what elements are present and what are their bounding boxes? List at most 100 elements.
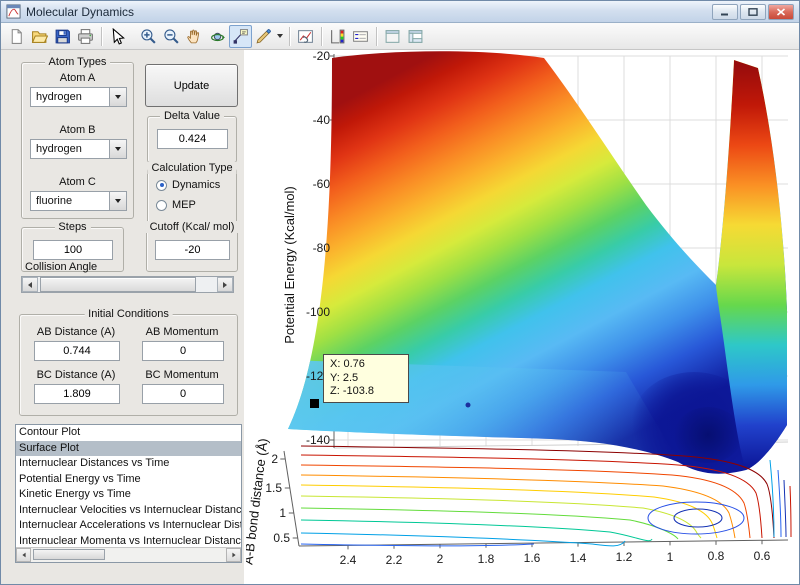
title-bar[interactable]: Molecular Dynamics [1, 1, 799, 23]
data-cursor-icon [232, 28, 249, 45]
collision-angle-slider[interactable] [21, 276, 234, 293]
brush-dropdown-arrow[interactable] [275, 25, 285, 47]
scroll-thumb[interactable] [33, 549, 105, 560]
ab-distance-input[interactable] [34, 341, 120, 361]
y-tick-label: -60 [313, 177, 331, 191]
x-tick-label: 0.8 [708, 549, 725, 563]
scroll-right-arrow[interactable] [226, 548, 241, 562]
scroll-left-arrow[interactable] [16, 548, 31, 562]
slider-right-arrow[interactable] [217, 277, 233, 292]
print-figure-button[interactable] [74, 25, 97, 48]
slider-left-arrow[interactable] [22, 277, 38, 292]
radio-mep-label: MEP [172, 199, 196, 211]
list-item-label: Internuclear Distances vs Time [19, 457, 169, 469]
y-tick-label: -80 [313, 241, 331, 255]
zoom-out-button[interactable] [160, 25, 183, 48]
list-item[interactable]: Potential Energy vs Time [16, 472, 241, 488]
depth-tick-label: 2 [271, 452, 278, 466]
close-icon [776, 8, 786, 16]
edit-plot-button[interactable] [106, 25, 129, 48]
atom-c-dropdown-button[interactable] [109, 192, 126, 210]
atom-b-dropdown[interactable]: hydrogen [30, 139, 127, 159]
calculation-type-group: Calculation Type Dynamics MEP [147, 168, 237, 228]
x-tick-label: 1.4 [570, 551, 587, 565]
x-tick-label: 1.6 [524, 551, 541, 565]
minimize-button[interactable] [712, 4, 738, 20]
atom-a-dropdown-button[interactable] [109, 88, 126, 106]
data-tip[interactable]: X: 0.76 Y: 2.5 Z: -103.8 [323, 354, 409, 403]
new-figure-button[interactable] [5, 25, 28, 48]
list-item[interactable]: Surface Plot [16, 441, 241, 457]
hand-icon [186, 28, 203, 45]
horizontal-scrollbar[interactable] [16, 547, 241, 562]
cutoff-input[interactable] [155, 240, 230, 260]
list-item-label: Surface Plot [19, 442, 79, 454]
list-item-label: Contour Plot [19, 426, 80, 438]
close-button[interactable] [768, 4, 794, 20]
atom-a-dropdown[interactable]: hydrogen [30, 87, 127, 107]
arrow-right-icon [223, 282, 227, 288]
insert-colorbar-button[interactable] [326, 25, 349, 48]
bc-distance-input[interactable] [34, 384, 120, 404]
chevron-down-icon [115, 147, 121, 151]
radio-dynamics[interactable]: Dynamics [156, 179, 220, 191]
brush-data-button[interactable] [252, 25, 275, 48]
cutoff-title: Cutoff (Kcal/ mol) [146, 221, 239, 233]
zoom-in-button[interactable] [137, 25, 160, 48]
trajectory-marker [466, 403, 471, 408]
insert-legend-button[interactable] [349, 25, 372, 48]
ab-momentum-input[interactable] [142, 341, 224, 361]
rotate-3d-button[interactable] [206, 25, 229, 48]
radio-mep[interactable]: MEP [156, 199, 196, 211]
maximize-button[interactable] [740, 4, 766, 20]
list-item[interactable]: Internuclear Accelerations vs Internucle… [16, 518, 241, 534]
list-item[interactable]: Internuclear Distances vs Time [16, 456, 241, 472]
list-item[interactable]: Kinetic Energy vs Time [16, 487, 241, 503]
open-file-button[interactable] [28, 25, 51, 48]
arrow-left-icon [22, 553, 25, 558]
printer-icon [77, 28, 94, 45]
save-figure-button[interactable] [51, 25, 74, 48]
list-item[interactable]: Internuclear Momenta vs Internuclear Dis… [16, 534, 241, 548]
show-plot-tools-button[interactable] [404, 25, 427, 48]
steps-input[interactable] [33, 240, 113, 260]
radio-dynamics-label: Dynamics [172, 179, 220, 191]
new-figure-icon [8, 28, 25, 45]
window-controls [712, 4, 794, 20]
bc-momentum-input[interactable] [142, 384, 224, 404]
link-plot-button[interactable] [294, 25, 317, 48]
list-item[interactable]: Internuclear Velocities vs Internuclear … [16, 503, 241, 519]
zoom-in-icon [140, 28, 157, 45]
plot-type-listbox[interactable]: Contour Plot Surface Plot Internuclear D… [15, 424, 242, 563]
hide-plot-tools-button[interactable] [381, 25, 404, 48]
chevron-down-icon [115, 95, 121, 99]
list-item[interactable]: Contour Plot [16, 425, 241, 441]
figure-client-area: -20 -40 -60 -80 -100 -120 -140 2.4 2.2 2… [1, 50, 799, 584]
ab-distance-label: AB Distance (A) [24, 326, 128, 338]
data-cursor-button[interactable] [229, 25, 252, 48]
legend-icon [352, 28, 369, 45]
toolbar [1, 23, 799, 50]
atom-b-dropdown-button[interactable] [109, 140, 126, 158]
link-plot-icon [297, 28, 314, 45]
surface-plot[interactable]: -20 -40 -60 -80 -100 -120 -140 2.4 2.2 2… [246, 50, 800, 585]
depth-tick-label: 1.5 [265, 481, 282, 495]
slider-track[interactable] [38, 277, 217, 292]
update-button[interactable]: Update [145, 64, 238, 107]
list-item-label: Kinetic Energy vs Time [19, 488, 131, 500]
atom-c-dropdown[interactable]: fluorine [30, 191, 127, 211]
scroll-track[interactable] [31, 548, 226, 562]
datatip-marker[interactable] [310, 399, 319, 408]
plot-type-list: Contour Plot Surface Plot Internuclear D… [16, 425, 241, 547]
list-item-label: Internuclear Velocities vs Internuclear … [19, 504, 241, 516]
atom-a-value: hydrogen [31, 88, 109, 106]
bc-distance-label: BC Distance (A) [24, 369, 128, 381]
pan-button[interactable] [183, 25, 206, 48]
minimize-icon [720, 8, 730, 16]
slider-thumb[interactable] [40, 277, 196, 292]
ab-momentum-label: AB Momentum [132, 326, 232, 338]
delta-value-input[interactable] [157, 129, 228, 149]
potential-energy-surface[interactable] [288, 51, 787, 473]
y-tick-label: -100 [306, 305, 330, 319]
atom-c-value: fluorine [31, 192, 109, 210]
